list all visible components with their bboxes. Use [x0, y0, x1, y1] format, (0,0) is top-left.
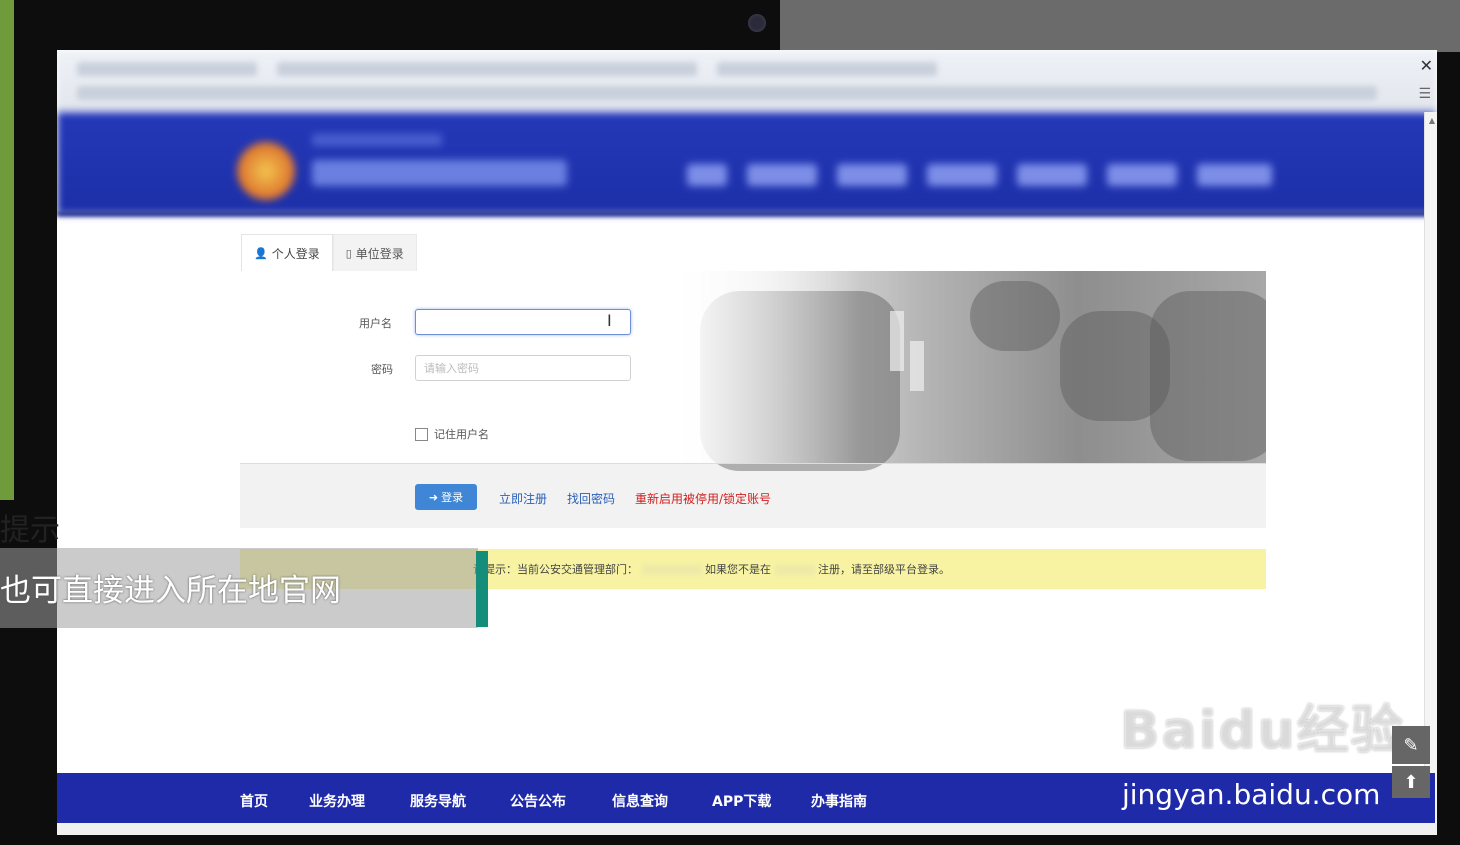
login-icon: ➜ — [428, 490, 439, 504]
footer-link-service-nav[interactable]: 服务导航 — [410, 791, 466, 811]
login-tabs: 👤 个人登录 ▯ 单位登录 — [241, 234, 417, 271]
caption-title: 提示 — [0, 513, 60, 548]
footer-link-announcements[interactable]: 公告公布 — [510, 791, 566, 811]
back-to-top-icon[interactable]: ⬆ — [1392, 766, 1430, 798]
emblem-icon — [237, 142, 295, 200]
caption-text: 也可直接进入所在地官网 — [0, 573, 341, 609]
menu-icon[interactable]: ☰ — [1418, 86, 1431, 102]
webcam-icon — [748, 14, 766, 32]
password-input[interactable] — [415, 355, 631, 381]
reactivate-account-link[interactable]: 重新启用被停用/锁定账号 — [635, 490, 771, 507]
username-label: 用户名 — [359, 317, 392, 330]
browser-toolbar-blurred — [57, 50, 1437, 112]
password-label: 密码 — [371, 363, 393, 376]
tab-personal-login[interactable]: 👤 个人登录 — [241, 234, 333, 271]
background-wall — [780, 0, 1460, 52]
register-link[interactable]: 立即注册 — [499, 490, 547, 507]
background-plant — [0, 0, 14, 500]
text-cursor-icon: I — [607, 311, 612, 330]
remember-username[interactable]: 记住用户名 — [415, 426, 489, 442]
footer-link-business[interactable]: 业务办理 — [309, 791, 365, 811]
vertical-scrollbar[interactable] — [1424, 112, 1437, 822]
user-icon: 👤 — [254, 246, 268, 260]
footer-link-home[interactable]: 首页 — [240, 791, 268, 811]
building-icon: ▯ — [345, 246, 352, 260]
scroll-up-icon[interactable]: ▲ — [1429, 116, 1435, 125]
site-header-blurred — [57, 112, 1435, 214]
footer-link-guide[interactable]: 办事指南 — [811, 791, 867, 811]
notice-text: 请提示：当前公安交通管理部门： 如果您不是在 注册，请至部级平台登录。 — [473, 563, 950, 576]
remember-checkbox[interactable] — [415, 427, 428, 441]
login-button[interactable]: ➜ 登录 — [415, 484, 477, 510]
username-input[interactable] — [415, 309, 631, 335]
close-icon[interactable]: ✕ — [1420, 56, 1433, 75]
caption-accent-bar — [476, 551, 488, 627]
footer-link-app-download[interactable]: APP下载 — [712, 791, 771, 811]
tab-company-login[interactable]: ▯ 单位登录 — [332, 234, 417, 271]
footer-link-info-query[interactable]: 信息查询 — [612, 791, 668, 811]
baidu-jingyan-logo: Baidu经验 — [1120, 701, 1405, 761]
browser-statusbar — [57, 823, 1437, 835]
watermark-url: jingyan.baidu.com — [1122, 778, 1381, 811]
recover-password-link[interactable]: 找回密码 — [567, 490, 615, 507]
edit-icon[interactable]: ✎ — [1392, 726, 1430, 764]
